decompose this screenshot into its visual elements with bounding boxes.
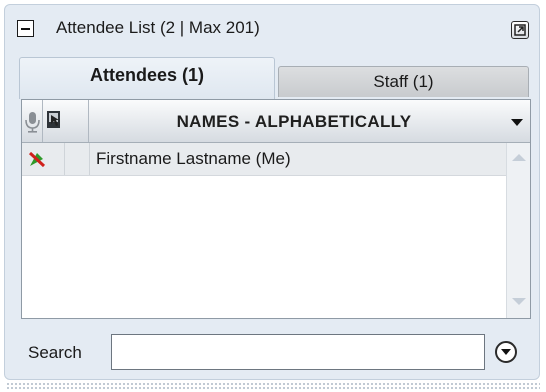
webcam-icon (47, 111, 60, 128)
list-scrollbar[interactable] (506, 143, 530, 318)
search-input[interactable] (111, 334, 485, 370)
row-mic-cell[interactable] (22, 143, 65, 175)
tab-attendees[interactable]: Attendees (1) (19, 57, 275, 99)
tab-staff-label: Staff (1) (373, 72, 434, 91)
microphone-icon (25, 112, 40, 133)
camera-column-header[interactable] (43, 100, 89, 142)
panel-title: Attendee List (2 | Max 201) (56, 18, 260, 37)
attendee-name: Firstname Lastname (Me) (96, 149, 291, 168)
list-item[interactable]: Firstname Lastname (Me) (22, 143, 506, 176)
names-column-header[interactable]: NAMES - ALPHABETICALLY (90, 112, 498, 132)
tab-staff[interactable]: Staff (1) (278, 66, 529, 97)
attendee-list: NAMES - ALPHABETICALLY Firstname Lastnam… (21, 99, 531, 319)
scroll-up-icon[interactable] (512, 154, 526, 161)
mic-muted-icon[interactable] (27, 149, 47, 169)
list-header: NAMES - ALPHABETICALLY (22, 100, 530, 143)
search-label: Search (28, 343, 82, 362)
row-camera-cell[interactable] (65, 143, 90, 175)
dropdown-circle-icon[interactable] (495, 341, 517, 363)
sort-arrow-down-icon[interactable] (511, 119, 523, 126)
tab-attendees-label: Attendees (1) (89, 65, 205, 85)
popout-window-icon[interactable] (511, 21, 529, 39)
scroll-down-icon[interactable] (512, 298, 526, 305)
resize-grip[interactable] (6, 382, 540, 390)
mic-column-header[interactable] (22, 100, 43, 142)
collapse-icon[interactable] (17, 20, 34, 37)
